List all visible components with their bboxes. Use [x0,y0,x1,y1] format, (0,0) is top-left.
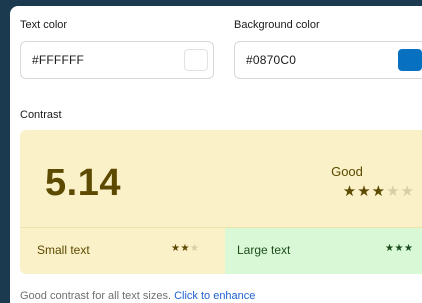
star-icon: ★ [357,183,372,200]
star-icon: ★ [342,183,358,200]
star-icon: ★ [386,183,401,200]
contrast-result-card: 5.14 Good ★★★★★ Small text ★★★ Large tex… [20,130,422,274]
contrast-label: Contrast [20,109,62,121]
small-text-label: Small text [37,243,90,257]
contrast-ratio: 5.14 [45,162,121,204]
star-icon: ★ [189,243,200,254]
footer-message: Good contrast for all text sizes. [20,290,175,302]
star-icon: ★ [371,183,387,200]
text-color-swatch[interactable] [184,49,208,71]
text-color-value[interactable]: #FFFFFF [32,53,84,67]
background-color-swatch[interactable] [398,49,422,71]
background-color-label: Background color [234,19,320,31]
star-icon: ★ [180,243,190,254]
star-icon: ★ [394,243,404,254]
star-icon: ★ [400,183,415,200]
star-icon: ★ [403,243,414,254]
background-color-value[interactable]: #0870C0 [246,53,296,67]
contrast-checker-panel: Text color #FFFFFF Background color #087… [10,6,422,303]
text-color-label: Text color [20,19,68,31]
contrast-footer: Good contrast for all text sizes. Click … [20,290,255,302]
large-text-stars: ★★★ [385,243,413,254]
text-color-field[interactable]: #FFFFFF [20,41,214,79]
background-color-field[interactable]: #0870C0 [234,41,422,79]
large-text-rating: Large text ★★★ [225,228,422,274]
contrast-rating: Good [331,164,363,179]
contrast-stars: ★★★★★ [343,182,415,200]
large-text-label: Large text [237,243,291,257]
small-text-rating: Small text ★★★ [20,228,225,274]
enhance-link[interactable]: Click to enhance [174,290,255,302]
small-text-stars: ★★★ [171,243,199,254]
